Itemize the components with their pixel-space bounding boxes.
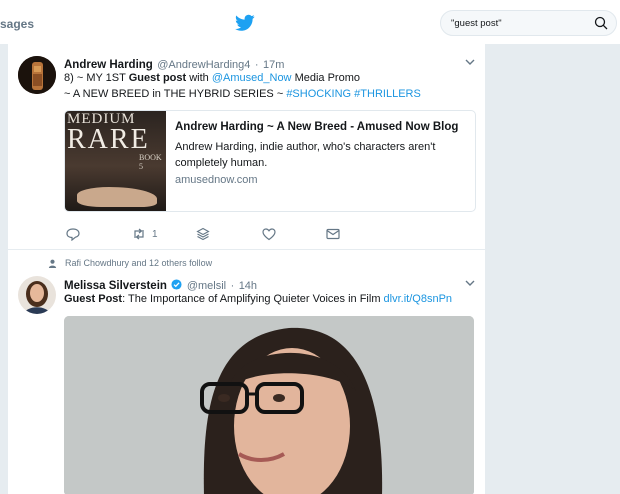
retweet-button[interactable]: 1 — [132, 227, 158, 241]
top-nav-bar: sages "guest post" — [0, 0, 620, 45]
card-image-text: RARE — [67, 124, 150, 155]
tweet-text-bold: Guest post — [128, 72, 187, 84]
tweet-text: Media Promo — [291, 72, 360, 84]
tweet-actions: 1 — [64, 227, 364, 245]
search-input[interactable]: "guest post" — [451, 18, 502, 29]
avatar-image — [18, 276, 56, 314]
card-image-text: BOOK 5 — [139, 153, 162, 171]
tweet-text: ~ A NEW BREED in THE HYBRID SERIES ~ — [64, 88, 287, 100]
timeline: Andrew Harding @AndrewHarding4 · 17m 8) … — [8, 44, 485, 494]
verified-badge-icon — [171, 279, 182, 290]
link-card[interactable]: MEDIUM RARE BOOK 5 Andrew Harding ~ A Ne… — [64, 110, 476, 212]
tweet-link[interactable]: dlvr.it/Q8snPn — [384, 293, 452, 305]
portrait-photo — [64, 316, 474, 494]
search-box[interactable]: "guest post" — [440, 10, 617, 36]
mention-link[interactable]: @Amused_Now — [212, 72, 292, 84]
card-image-hand — [77, 187, 157, 207]
direct-message-button[interactable] — [326, 227, 340, 241]
chevron-down-icon[interactable] — [465, 58, 475, 66]
card-title[interactable]: Andrew Harding ~ A New Breed - Amused No… — [175, 121, 458, 133]
envelope-icon — [326, 228, 340, 240]
person-icon — [48, 259, 57, 268]
tweet-photo[interactable] — [64, 316, 474, 494]
social-context: Rafi Chowdhury and 12 others follow — [48, 258, 212, 268]
heart-icon — [262, 228, 276, 241]
retweet-icon — [134, 228, 144, 240]
tweet-text: 8) ~ MY 1ST — [64, 72, 129, 84]
card-image: MEDIUM RARE BOOK 5 — [65, 111, 166, 211]
hashtag-link[interactable]: #SHOCKING — [286, 88, 351, 100]
tweet-text-line-1: 8) ~ MY 1ST Guest post with @Amused_Now … — [64, 70, 360, 86]
social-context-text[interactable]: Rafi Chowdhury and 12 others follow — [65, 258, 212, 268]
chevron-down-icon[interactable] — [465, 279, 475, 287]
tweet-text: Guest Post: The Importance of Amplifying… — [64, 291, 452, 307]
tweet-text-bold: Guest Post — [64, 293, 123, 305]
hashtag-link[interactable]: #THRILLERS — [354, 88, 421, 100]
tweet-text: : The Importance of Amplifying Quieter V… — [122, 293, 384, 305]
card-domain: amusednow.com — [175, 174, 258, 186]
messages-nav-link[interactable]: sages — [0, 17, 34, 31]
twitter-bird-icon[interactable] — [235, 14, 255, 32]
tweet-text: with — [186, 72, 212, 84]
stack-icon — [196, 227, 210, 241]
avatar[interactable] — [18, 276, 56, 314]
like-button[interactable] — [262, 227, 276, 241]
tweet-text-line-2: ~ A NEW BREED in THE HYBRID SERIES ~ #SH… — [64, 86, 421, 102]
reply-button[interactable] — [66, 227, 80, 241]
reply-icon — [66, 228, 80, 241]
tweet[interactable]: Andrew Harding @AndrewHarding4 · 17m 8) … — [8, 44, 485, 250]
search-icon[interactable] — [594, 16, 608, 30]
avatar-image — [18, 56, 56, 94]
card-description: Andrew Harding, indie author, who's char… — [175, 141, 436, 169]
retweet-count: 1 — [152, 228, 158, 240]
stack-button[interactable] — [196, 227, 210, 241]
avatar[interactable] — [18, 56, 56, 94]
